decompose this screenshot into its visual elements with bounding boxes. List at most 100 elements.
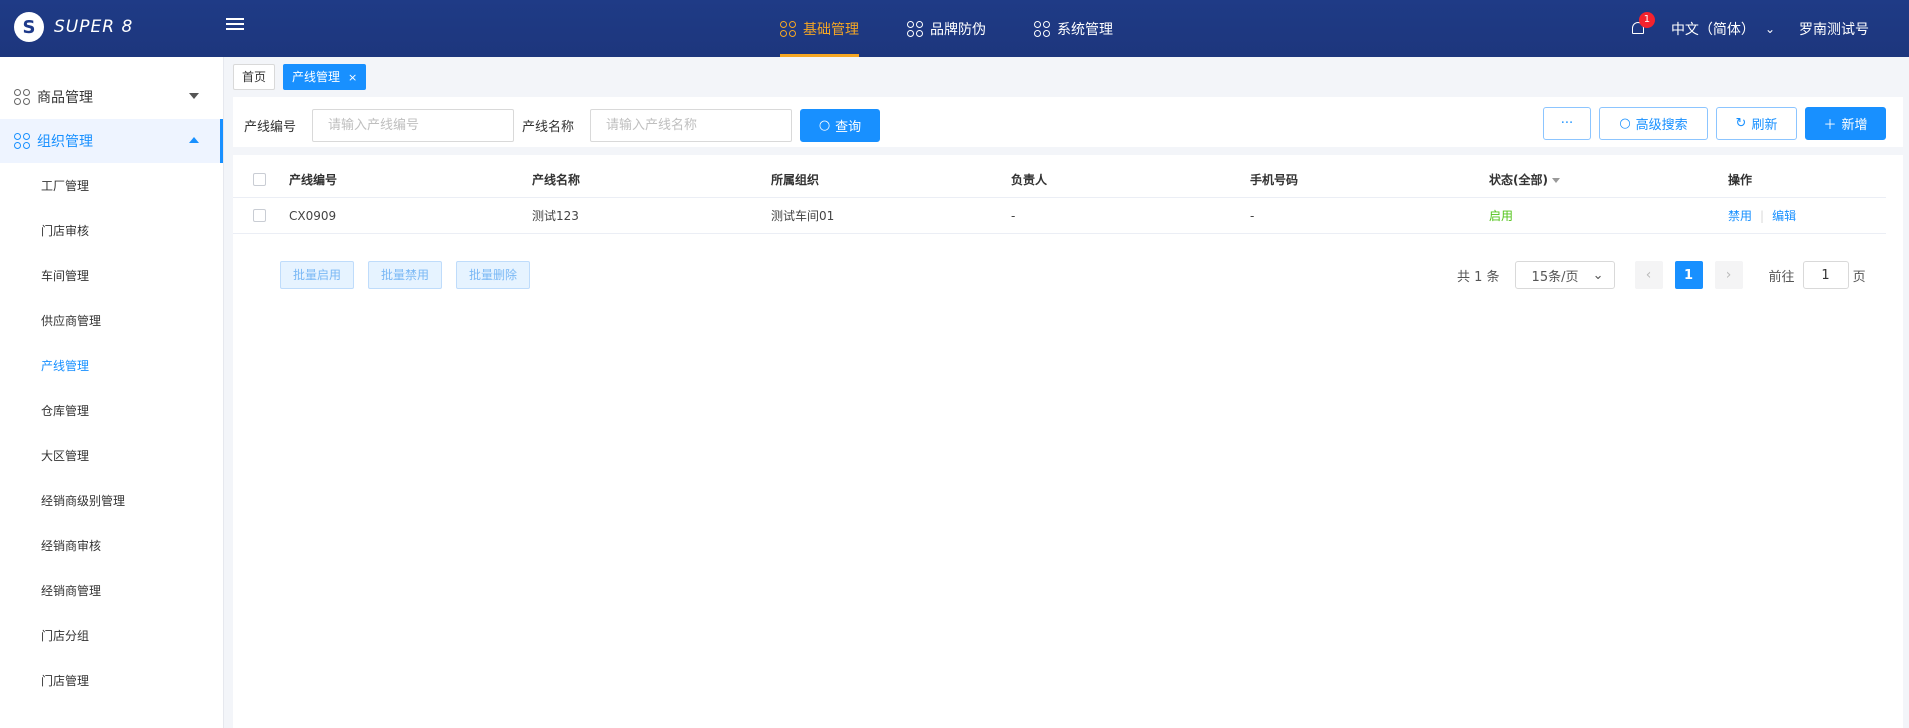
select-all-checkbox[interactable] <box>253 173 266 186</box>
advanced-search-button[interactable]: ○ 高级搜索 <box>1599 107 1708 140</box>
column-header: 操作 <box>1728 173 1753 187</box>
top-nav: 基础管理 品牌防伪 系统管理 <box>780 0 1161 57</box>
cell-actions: 禁用 | 编辑 <box>1728 207 1848 224</box>
page-scrollbar[interactable] <box>1903 57 1909 728</box>
sidebar-group-label: 组织管理 <box>37 134 93 150</box>
topnav-label: 基础管理 <box>803 21 859 38</box>
bulk-disable-button[interactable]: 批量禁用 <box>368 261 443 289</box>
cell-code: CX0909 <box>289 208 337 223</box>
refresh-label: 刷新 <box>1751 118 1778 133</box>
topnav-system-management[interactable]: 系统管理 <box>1034 0 1113 57</box>
next-page-button[interactable]: › <box>1714 261 1743 289</box>
search-icon: ○ <box>818 118 831 133</box>
page-size-value: 15条/页 <box>1531 269 1579 285</box>
chevron-down-icon[interactable]: ⌄ <box>1765 22 1775 36</box>
sidebar-item-store-review[interactable]: 门店审核 <box>0 208 223 253</box>
column-header: 手机号码 <box>1250 173 1299 187</box>
code-label: 产线编号 <box>244 120 297 135</box>
total-count: 共 1 条 <box>1457 269 1500 285</box>
add-label: 新增 <box>1841 118 1868 133</box>
name-input[interactable] <box>590 109 792 142</box>
bulk-delete-button[interactable]: 批量删除 <box>456 261 531 289</box>
language-selector[interactable]: 中文（简体） <box>1671 19 1755 39</box>
cell-status: 启用 <box>1489 209 1514 223</box>
name-label: 产线名称 <box>522 120 575 135</box>
apps-icon <box>907 20 923 37</box>
query-label: 查询 <box>835 120 862 135</box>
sidebar-item-region[interactable]: 大区管理 <box>0 433 223 478</box>
pagination: 共 1 条 15条/页 ⌄ ‹ 1 › 前往 页 <box>1457 260 1866 290</box>
sidebar-group-label: 商品管理 <box>37 90 93 106</box>
row-checkbox[interactable] <box>253 209 266 222</box>
menu-collapse-icon[interactable] <box>226 18 244 34</box>
apps-icon <box>14 133 30 149</box>
brand-logo[interactable]: S SUPER 8 <box>14 12 133 42</box>
content-panel: 产线编号 产线名称 ○ 查询 ··· ○ 高级搜索 ↻ 刷新 ＋ 新增 产线编号 产线名… <box>233 97 1909 728</box>
top-bar: S SUPER 8 基础管理 品牌防伪 系统管理 1 中文（简体） ⌄ 罗南测试… <box>0 0 1909 57</box>
goto-label: 前往 <box>1768 269 1795 285</box>
topnav-label: 品牌防伪 <box>930 21 986 38</box>
sidebar: 商品管理 组织管理 工厂管理 门店审核 车间管理 供应商管理 产线管理 仓库管理… <box>0 57 224 728</box>
header-actions: 1 中文（简体） ⌄ 罗南测试号 <box>1629 0 1869 57</box>
sidebar-item-dealer-review[interactable]: 经销商审核 <box>0 523 223 568</box>
topnav-brand-anticounterfeit[interactable]: 品牌防伪 <box>907 0 986 57</box>
notification-badge: 1 <box>1638 11 1655 28</box>
sidebar-item-store-group[interactable]: 门店分组 <box>0 613 223 658</box>
apps-icon <box>1034 20 1050 37</box>
goto-page-input[interactable] <box>1802 261 1849 289</box>
caret-up-icon <box>189 137 199 143</box>
topnav-basic-management[interactable]: 基础管理 <box>780 0 859 57</box>
notification-bell-icon[interactable]: 1 <box>1629 11 1655 38</box>
sidebar-item-workshop[interactable]: 车间管理 <box>0 253 223 298</box>
query-button[interactable]: ○ 查询 <box>800 109 880 142</box>
cell-name: 测试123 <box>532 209 579 223</box>
sidebar-item-warehouse[interactable]: 仓库管理 <box>0 388 223 433</box>
caret-down-icon <box>189 93 199 99</box>
main-area: 首页 产线管理 × 产线编号 产线名称 ○ 查询 ··· ○ 高级搜索 ↻ 刷新 ＋ 新增 <box>233 57 1909 728</box>
add-button[interactable]: ＋ 新增 <box>1805 107 1886 140</box>
apps-icon <box>14 89 30 105</box>
sidebar-item-dealer[interactable]: 经销商管理 <box>0 568 223 613</box>
column-header: 负责人 <box>1011 173 1048 187</box>
edit-link[interactable]: 编辑 <box>1772 209 1796 223</box>
page-size-select[interactable]: 15条/页 ⌄ <box>1514 261 1615 289</box>
bulk-enable-button[interactable]: 批量启用 <box>280 261 355 289</box>
cell-owner: - <box>1011 208 1016 223</box>
sidebar-group-product[interactable]: 商品管理 <box>0 75 223 119</box>
sidebar-item-store[interactable]: 门店管理 <box>0 658 223 703</box>
search-bar: 产线编号 产线名称 ○ 查询 ··· ○ 高级搜索 ↻ 刷新 ＋ 新增 <box>233 97 1909 155</box>
tab-home[interactable]: 首页 <box>233 64 276 90</box>
page-number-current[interactable]: 1 <box>1674 261 1703 289</box>
plus-icon: ＋ <box>1823 118 1837 133</box>
sidebar-item-supplier[interactable]: 供应商管理 <box>0 298 223 343</box>
column-header: 产线名称 <box>532 173 581 187</box>
page-suffix: 页 <box>1852 269 1866 285</box>
table-header: 产线编号 产线名称 所属组织 负责人 手机号码 状态(全部) 操作 <box>233 162 1886 198</box>
apps-icon <box>780 20 796 37</box>
brand-name: SUPER 8 <box>54 17 134 37</box>
chevron-down-icon: ⌄ <box>1592 267 1604 283</box>
column-header: 所属组织 <box>771 173 820 187</box>
sidebar-item-production-line[interactable]: 产线管理 <box>0 343 223 388</box>
status-filter[interactable]: 状态(全部) <box>1489 171 1728 188</box>
tab-production-line[interactable]: 产线管理 × <box>283 64 367 90</box>
sidebar-item-factory[interactable]: 工厂管理 <box>0 163 223 208</box>
tab-label: 产线管理 <box>292 70 341 84</box>
user-name[interactable]: 罗南测试号 <box>1799 19 1869 39</box>
code-input[interactable] <box>312 109 514 142</box>
cell-phone: - <box>1250 208 1255 223</box>
refresh-icon: ↻ <box>1735 116 1747 131</box>
topnav-label: 系统管理 <box>1057 21 1113 38</box>
cell-org: 测试车间01 <box>771 209 835 223</box>
sidebar-group-organization[interactable]: 组织管理 <box>0 119 223 163</box>
table-row: CX0909 测试123 测试车间01 - - 启用 禁用 | 编辑 <box>233 198 1886 234</box>
sidebar-item-dealer-level[interactable]: 经销商级别管理 <box>0 478 223 523</box>
caret-down-icon <box>1551 178 1560 183</box>
tab-bar: 首页 产线管理 × <box>233 57 1909 97</box>
close-icon[interactable]: × <box>348 71 357 84</box>
more-button[interactable]: ··· <box>1543 107 1591 140</box>
refresh-button[interactable]: ↻ 刷新 <box>1716 107 1797 140</box>
disable-link[interactable]: 禁用 <box>1728 209 1752 223</box>
advanced-label: 高级搜索 <box>1635 118 1688 133</box>
prev-page-button[interactable]: ‹ <box>1634 261 1663 289</box>
